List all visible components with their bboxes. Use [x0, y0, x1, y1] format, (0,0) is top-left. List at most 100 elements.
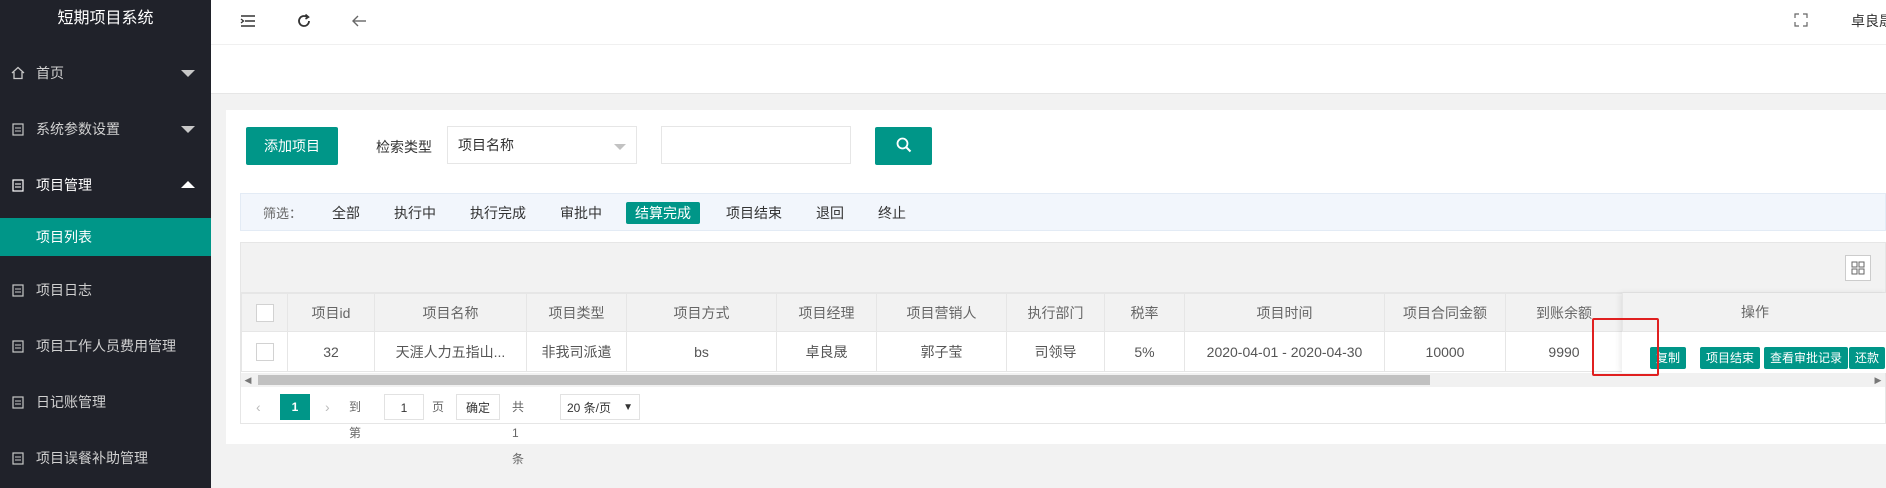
- fixed-ops-column: 操作 复制 项目结束 查看审批记录 还款: [1622, 293, 1886, 373]
- sidebar-item-home[interactable]: 首页: [0, 45, 211, 101]
- sidebar-item-label: 项目管理: [36, 177, 92, 193]
- row-checkbox[interactable]: [255, 342, 274, 361]
- total-count: 共 1 条: [512, 400, 525, 466]
- column-header[interactable]: 项目合同金额: [1384, 293, 1506, 332]
- document-icon: [10, 177, 26, 193]
- column-header[interactable]: 税率: [1104, 293, 1185, 332]
- top-header: 卓良晟: [211, 0, 1886, 45]
- sidebar-item-system-settings[interactable]: 系统参数设置: [0, 101, 211, 157]
- back-arrow-icon[interactable]: [350, 12, 370, 32]
- cell-time: 2020-04-01 - 2020-04-30: [1184, 331, 1385, 372]
- cell-marketer: 郭子莹: [876, 331, 1007, 372]
- view-approval-button[interactable]: 查看审批记录: [1764, 347, 1849, 369]
- table-toolbar: [241, 243, 1885, 293]
- goto-page-input[interactable]: 1: [384, 394, 424, 420]
- column-header[interactable]: 项目经理: [776, 293, 877, 332]
- sidebar-item-label: 项目误餐补助管理: [36, 450, 148, 466]
- row-checkbox-cell: [241, 331, 288, 372]
- column-filter-icon[interactable]: [1845, 255, 1871, 281]
- goto-confirm-button[interactable]: 确定: [456, 394, 500, 420]
- cell-type: 非我司派遣: [526, 331, 627, 372]
- scrollbar-thumb[interactable]: [258, 375, 1430, 385]
- search-input[interactable]: [661, 126, 851, 164]
- document-icon: [10, 338, 26, 354]
- search-type-select[interactable]: 项目名称: [447, 126, 637, 164]
- annotation-highlight-box: [1592, 318, 1659, 376]
- cell-id: 32: [287, 331, 375, 372]
- sidebar-item-label: 首页: [36, 65, 64, 81]
- column-header[interactable]: 项目名称: [374, 293, 527, 332]
- select-all-checkbox[interactable]: [255, 303, 274, 322]
- ops-header: 操作: [1622, 293, 1886, 332]
- chevron-down-icon: [181, 126, 195, 133]
- status-filter-bar: 筛选： 全部 执行中 执行完成 审批中 结算完成 项目结束 退回 终止: [240, 193, 1886, 231]
- next-page-icon[interactable]: ›: [325, 394, 330, 420]
- filter-project-ended[interactable]: 项目结束: [726, 203, 782, 223]
- caret-down-icon: ▼: [623, 402, 633, 413]
- menu-collapse-icon[interactable]: [239, 12, 259, 32]
- column-header[interactable]: 项目营销人: [876, 293, 1007, 332]
- search-button[interactable]: [875, 127, 932, 165]
- sidebar-item-meal-allowance[interactable]: 项目误餐补助管理: [0, 430, 211, 486]
- chevron-down-icon: [181, 70, 195, 77]
- scroll-left-icon[interactable]: ◀: [241, 373, 255, 387]
- page-current[interactable]: 1: [280, 394, 310, 420]
- scroll-right-icon[interactable]: ▶: [1871, 373, 1885, 387]
- refresh-icon[interactable]: [295, 12, 315, 32]
- page-size-value: 20 条/页: [567, 401, 612, 415]
- filter-terminated[interactable]: 终止: [878, 203, 906, 223]
- prev-page-icon[interactable]: ‹: [256, 394, 261, 420]
- column-header[interactable]: 执行部门: [1006, 293, 1105, 332]
- current-user[interactable]: 卓良晟: [1851, 11, 1886, 31]
- column-header[interactable]: 项目方式: [626, 293, 777, 332]
- filter-label: 筛选：: [263, 206, 303, 221]
- page-size-select[interactable]: 20 条/页 ▼: [560, 394, 640, 420]
- sidebar-item-label: 项目工作人员费用管理: [36, 338, 176, 354]
- cell-manager: 卓良晟: [776, 331, 877, 372]
- page-unit-label: 页: [432, 400, 445, 414]
- sidebar-item-staff-expense[interactable]: 项目工作人员费用管理: [0, 318, 211, 374]
- document-icon: [10, 121, 26, 137]
- column-header[interactable]: 项目时间: [1184, 293, 1385, 332]
- sidebar-item-label: 日记账管理: [36, 394, 106, 410]
- sidebar-item-project-management[interactable]: 项目管理: [0, 157, 211, 213]
- chevron-up-icon: [181, 181, 195, 188]
- app-title: 短期项目系统: [57, 10, 154, 27]
- sidebar-item-label: 项目日志: [36, 282, 92, 298]
- column-header[interactable]: 项目类型: [526, 293, 627, 332]
- table-header-row: 项目id 项目名称 项目类型 项目方式 项目经理 项目营销人 执行部门 税率 项…: [241, 293, 1623, 332]
- cell-mode: bs: [626, 331, 777, 372]
- document-icon: [10, 394, 26, 410]
- search-type-value: 项目名称: [458, 137, 514, 153]
- cell-dept: 司领导: [1006, 331, 1105, 372]
- filter-returned[interactable]: 退回: [816, 203, 844, 223]
- search-icon: [895, 136, 913, 157]
- sidebar: 短期项目系统 首页 系统参数设置 项目管理 项目列表 项目日志 项目工作人员费用…: [0, 0, 211, 488]
- repay-button[interactable]: 还款: [1849, 347, 1886, 369]
- home-icon: [10, 65, 26, 81]
- filter-all[interactable]: 全部: [332, 203, 360, 223]
- cell-amount: 10000: [1384, 331, 1506, 372]
- header-checkbox-cell: [241, 293, 288, 332]
- table-row[interactable]: 32 天涯人力五指山... 非我司派遣 bs 卓良晟 郭子莹 司领导 5% 20…: [241, 331, 1623, 372]
- sidebar-item-label: 系统参数设置: [36, 121, 120, 137]
- filter-approving[interactable]: 审批中: [560, 203, 602, 223]
- filter-executing[interactable]: 执行中: [394, 203, 436, 223]
- data-table: 项目id 项目名称 项目类型 项目方式 项目经理 项目营销人 执行部门 税率 项…: [241, 293, 1623, 372]
- sidebar-subitem-project-list[interactable]: 项目列表: [0, 218, 211, 256]
- search-type-label: 检索类型: [376, 139, 432, 155]
- tab-bar: [211, 45, 1886, 94]
- column-header[interactable]: 项目id: [287, 293, 375, 332]
- goto-label: 到第: [349, 400, 362, 440]
- filter-executed[interactable]: 执行完成: [470, 203, 526, 223]
- sidebar-item-journal[interactable]: 日记账管理: [0, 374, 211, 430]
- document-icon: [10, 282, 26, 298]
- end-project-button[interactable]: 项目结束: [1700, 347, 1761, 369]
- add-project-button[interactable]: 添加项目: [246, 127, 338, 165]
- document-icon: [10, 450, 26, 466]
- chevron-down-icon: [614, 144, 626, 150]
- filter-settled[interactable]: 结算完成: [626, 202, 700, 224]
- fullscreen-icon[interactable]: [1794, 13, 1814, 33]
- sidebar-item-project-log[interactable]: 项目日志: [0, 262, 211, 318]
- cell-rate: 5%: [1104, 331, 1185, 372]
